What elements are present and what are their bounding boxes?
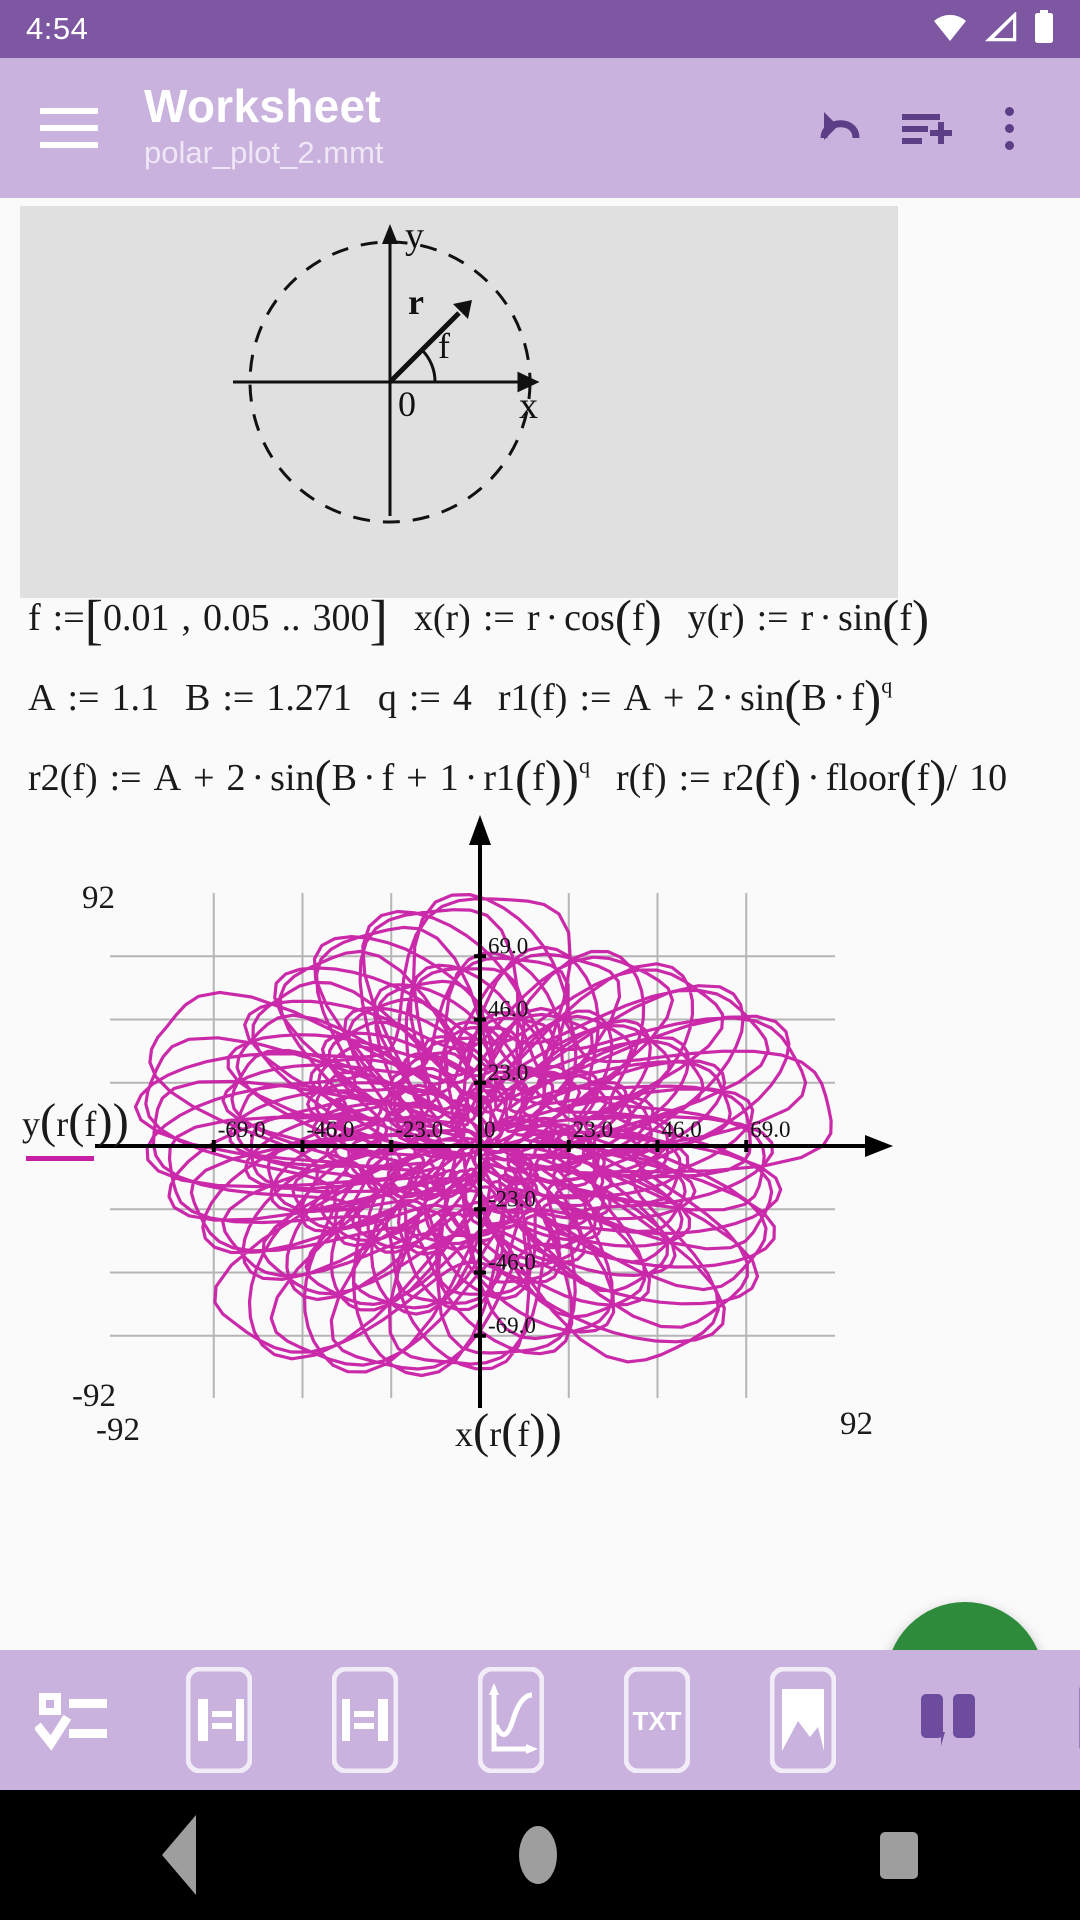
series-legend-swatch bbox=[26, 1156, 94, 1161]
svg-text:69.0: 69.0 bbox=[488, 933, 528, 958]
svg-text:TXT: TXT bbox=[632, 1706, 681, 1736]
kebab-dot bbox=[1004, 123, 1014, 133]
title-block: Worksheet polar_plot_2.mmt bbox=[144, 82, 384, 174]
toolbar-assign-right[interactable] bbox=[146, 1650, 292, 1790]
plot-region[interactable]: -69.0 -46.0 -23.0 0 23.0 46.0 69.0 69.0 46.0 23.0… bbox=[0, 798, 1080, 1498]
x-axis-title: x(r(f)) bbox=[455, 1403, 562, 1458]
y-axis-min-label: -92 bbox=[72, 1378, 116, 1414]
app-root: 4:54 Worksheet polar_plot_2.mmt r f 0 y … bbox=[0, 0, 1080, 1920]
svg-text:-23.0: -23.0 bbox=[395, 1117, 443, 1142]
svg-text:46.0: 46.0 bbox=[662, 1117, 702, 1142]
svg-text:23.0: 23.0 bbox=[573, 1117, 613, 1142]
wifi-icon bbox=[932, 12, 968, 47]
formula-line-3-text: r2(f):= A +2 · sin(B · f +1 · r1(f)) q r(f):= r2(f) ·… bbox=[28, 750, 1008, 808]
document-filename: polar_plot_2.mmt bbox=[144, 135, 384, 171]
formula-line-2-text: A:= 1.1 B:= 1.271 q:= 4 r1(f):= A +2 · sin(B · f) q bbox=[28, 670, 893, 728]
signal-icon bbox=[984, 10, 1018, 47]
svg-text:0: 0 bbox=[484, 1117, 496, 1142]
status-bar: 4:54 bbox=[0, 0, 1080, 58]
checklist-icon bbox=[35, 1687, 111, 1753]
svg-text:y: y bbox=[405, 215, 424, 257]
y-axis-title: y(r(f)) bbox=[22, 1093, 129, 1148]
kebab-dots bbox=[1004, 106, 1014, 150]
overflow-menu-icon[interactable] bbox=[966, 85, 1052, 171]
hamburger-line bbox=[40, 125, 98, 131]
formula-line-1-text: f:=[0.01, 0.05.. 300] x(r):= r · cos(f) y(r):= r… bbox=[28, 588, 930, 650]
hamburger-menu-icon[interactable] bbox=[40, 108, 98, 148]
txt-icon: TXT bbox=[624, 1667, 690, 1773]
app-bar-actions bbox=[794, 85, 1080, 171]
assign-left-icon bbox=[332, 1667, 398, 1773]
polar-rose-plot[interactable]: -69.0 -46.0 -23.0 0 23.0 46.0 69.0 69.0 46.0 23.0… bbox=[0, 798, 1080, 1498]
run-calculation-button[interactable] bbox=[886, 1602, 1044, 1650]
hamburger-line bbox=[40, 108, 98, 114]
worksheet-content[interactable]: r f 0 y x f:=[0.01, 0.05.. 300] x(r):= r · cos… bbox=[0, 198, 1080, 1650]
kebab-dot bbox=[1004, 106, 1014, 116]
status-icon-group bbox=[932, 9, 1054, 49]
page-title: Worksheet bbox=[144, 79, 382, 132]
plot-icon bbox=[478, 1667, 544, 1773]
toolbar-bracket[interactable] bbox=[1022, 1650, 1080, 1790]
back-nav-button[interactable] bbox=[161, 1815, 196, 1895]
toolbar-checklist[interactable] bbox=[0, 1650, 146, 1790]
toolbar-assign-left[interactable] bbox=[292, 1650, 438, 1790]
toolbar-image[interactable] bbox=[730, 1650, 876, 1790]
formula-line-2[interactable]: A:= 1.1 B:= 1.271 q:= 4 r1(f):= A +2 · sin(B · f) q bbox=[0, 670, 1080, 728]
undo-icon[interactable] bbox=[794, 85, 880, 171]
x-axis-min-label: -92 bbox=[96, 1412, 140, 1448]
android-nav-bar bbox=[0, 1790, 1080, 1920]
y-axis-title-text: y(r(f)) bbox=[22, 1093, 129, 1148]
toolbar-text[interactable]: TXT bbox=[584, 1650, 730, 1790]
svg-text:-46.0: -46.0 bbox=[307, 1117, 355, 1142]
toolbar-matrix[interactable] bbox=[876, 1650, 1022, 1790]
status-clock: 4:54 bbox=[26, 11, 89, 46]
svg-text:46.0: 46.0 bbox=[488, 997, 528, 1022]
svg-text:f: f bbox=[438, 326, 450, 366]
app-bar: Worksheet polar_plot_2.mmt bbox=[0, 58, 1080, 198]
battery-icon bbox=[1034, 9, 1054, 49]
svg-text:-69.0: -69.0 bbox=[488, 1313, 536, 1338]
assign-right-icon bbox=[186, 1667, 252, 1773]
home-nav-button[interactable] bbox=[518, 1826, 557, 1884]
toolbar-plot[interactable] bbox=[438, 1650, 584, 1790]
bottom-toolbar[interactable]: TXT bbox=[0, 1650, 1080, 1790]
matrix-icon bbox=[911, 1680, 987, 1760]
hamburger-line bbox=[40, 142, 98, 148]
kebab-dot bbox=[1004, 140, 1014, 150]
svg-text:-23.0: -23.0 bbox=[488, 1186, 536, 1211]
formula-line-1[interactable]: f:=[0.01, 0.05.. 300] x(r):= r · cos(f) y(r):= r… bbox=[0, 588, 1080, 650]
svg-text:r: r bbox=[408, 282, 424, 322]
polar-coordinates-diagram: r f 0 y x bbox=[20, 206, 898, 598]
svg-text:69.0: 69.0 bbox=[750, 1117, 790, 1142]
formula-line-3[interactable]: r2(f):= A +2 · sin(B · f +1 · r1(f)) q r(f):= r2(f) ·… bbox=[0, 750, 1080, 808]
y-axis-max-label: 92 bbox=[82, 880, 115, 916]
x-axis-title-text: x(r(f)) bbox=[455, 1403, 562, 1458]
image-icon bbox=[770, 1667, 836, 1773]
x-axis-max-label: 92 bbox=[840, 1406, 873, 1442]
recents-nav-button[interactable] bbox=[880, 1831, 919, 1879]
svg-text:0: 0 bbox=[398, 384, 416, 424]
svg-text:23.0: 23.0 bbox=[488, 1060, 528, 1085]
svg-text:-69.0: -69.0 bbox=[218, 1117, 266, 1142]
add-line-icon[interactable] bbox=[880, 85, 966, 171]
svg-text:-46.0: -46.0 bbox=[488, 1250, 536, 1275]
svg-text:x: x bbox=[519, 385, 538, 427]
bracket-icon bbox=[1072, 1680, 1080, 1760]
